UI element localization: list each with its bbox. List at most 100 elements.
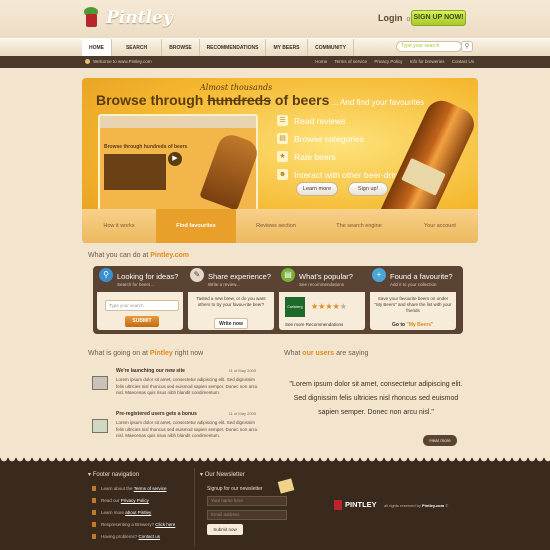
beer-icon [92, 510, 96, 516]
tab-find-favourites[interactable]: Find favourites [156, 209, 236, 243]
carlsberg-logo: Carlsberg [285, 297, 305, 317]
hear-more-button[interactable]: Hear more [423, 435, 457, 446]
card-popular: ▤ What's popular? See recommendations Ca… [279, 268, 365, 330]
footer-link-privacy[interactable]: Read our Privacy Policy [92, 498, 149, 504]
sign-up-button[interactable]: Sign up! [348, 182, 388, 196]
card-search-submit-button[interactable]: SUBMIT [125, 316, 159, 327]
top-link-home[interactable]: Home [315, 59, 327, 64]
folder-icon: ▤ [277, 133, 288, 144]
users-saying-title: What our users are saying [284, 350, 369, 357]
tab-search-engine[interactable]: The search engine [316, 209, 402, 243]
card-search-title: Looking for ideas? [117, 272, 179, 281]
card-favourite-title: Found a favourite? [390, 272, 453, 281]
hero-tabs: How it works Find favourites Reviews sec… [82, 209, 478, 243]
top-bar: Welcome to www.Pintley.com Home Terms of… [0, 56, 550, 68]
feature-browse-categories: ▤ Browse categories [277, 133, 414, 144]
site-header: Pintley Login or SIGN UP NOW! [0, 0, 550, 38]
nav-browse[interactable]: BROWSE [162, 39, 200, 57]
news-body: Lorem ipsum dolor sit amet, consectetur … [116, 420, 258, 438]
newsletter-submit-button[interactable]: Submit now [207, 524, 243, 535]
copyright-text: all rights reserved by Pintley.com © [384, 503, 449, 508]
beer-icon [92, 522, 96, 528]
tab-how-it-works[interactable]: How it works [82, 209, 156, 243]
pintley-logo[interactable]: Pintley [82, 7, 173, 29]
newsletter-name-input[interactable]: Your name here [207, 496, 287, 506]
footer-nav-title: ▾ Footer navigation [88, 472, 140, 478]
feature-list: ☰ Read reviews ▤ Browse categories ★ Rate b… [277, 115, 414, 187]
tab-reviews-section[interactable]: Reviews section [236, 209, 316, 243]
bottle-image [199, 131, 261, 211]
tab-your-account[interactable]: Your account [402, 209, 478, 243]
news-date: 11 of May 2009 [228, 411, 256, 416]
card-share-text: Tasted a new brew, or do you want others… [196, 296, 266, 307]
card-search-input[interactable]: Type your search [105, 300, 179, 311]
going-on-title: What is going on at Pintley right now [88, 350, 204, 357]
footer-logo: PINTLEY [334, 500, 377, 511]
top-link-privacy[interactable]: Privacy Policy [374, 59, 402, 64]
logo-text: Pintley [106, 8, 173, 28]
preview-title: Browse through hundreds of beers [104, 144, 188, 150]
search-icon[interactable]: ⚲ [461, 41, 473, 52]
footer-link-contact[interactable]: Having problems? Contact us [92, 534, 160, 540]
footer-link-terms[interactable]: Learn about the Terms of service [92, 486, 166, 492]
video-thumbnail[interactable] [104, 154, 166, 190]
gift-icon [92, 419, 108, 433]
beer-icon [92, 498, 96, 504]
top-link-breweries[interactable]: Info for breweries [410, 59, 445, 64]
star-icon: ★ [277, 151, 288, 162]
hero-headline: Browse through hundreds of beers ... And… [96, 92, 425, 108]
hero-banner: Almost thousands Browse through hundreds… [82, 78, 478, 243]
top-links: Home Terms of service Privacy Policy Inf… [309, 56, 474, 68]
news-body: Lorem ipsum dolor sit amet, consectetur … [116, 377, 258, 395]
footer-divider [194, 468, 195, 546]
nav-search[interactable]: SEARCH [112, 39, 162, 57]
footer-link-about[interactable]: Learn more about Pintley [92, 510, 151, 516]
card-popular-title: What's popular? [299, 272, 353, 281]
card-popular-sub: See recommendations [299, 282, 345, 287]
card-share-title: Share experience? [208, 272, 271, 281]
site-preview-image: Browse through hundreds of beers ▶ [98, 114, 261, 224]
nav-my-beers[interactable]: MY BEERS [266, 39, 308, 57]
newsletter-label: Signup for our newsletter [207, 486, 263, 492]
card-share-sub: Write a review... [208, 282, 240, 287]
card-favourite-sub: Add it to your collection [390, 282, 437, 287]
play-icon[interactable]: ▶ [168, 152, 182, 166]
card-favourite: + Found a favourite? Add it to your coll… [370, 268, 456, 330]
card-search: ⚲ Looking for ideas? Search for beers...… [97, 268, 183, 330]
feature-read-reviews: ☰ Read reviews [277, 115, 414, 126]
monitor-icon [92, 376, 108, 390]
beer-icon [92, 534, 96, 540]
hero-annotation: Almost thousands [200, 83, 273, 92]
write-now-button[interactable]: Write now [214, 318, 248, 329]
top-link-terms[interactable]: Terms of service [334, 59, 367, 64]
news-title[interactable]: We're launching our new site [116, 368, 185, 374]
news-item: We're launching our new site 11 of May 2… [92, 368, 264, 402]
top-link-contact[interactable]: Contact Us [452, 59, 474, 64]
nav-recommendations[interactable]: RECOMMENDATIONS [200, 39, 266, 57]
see-more-recommendations-link[interactable]: See more Recommendations [285, 322, 343, 327]
beer-mug-logo-icon [82, 7, 102, 29]
go-to-my-beers-link[interactable]: Go to "My Beers" [392, 322, 433, 328]
card-favourite-text: Save your favourite beers on under "My B… [374, 296, 452, 313]
newsletter-email-input[interactable]: Email address [207, 510, 287, 520]
add-icon: + [372, 268, 386, 282]
card-search-sub: Search for beers... [117, 282, 155, 287]
document-icon: ☰ [277, 115, 288, 126]
learn-more-button[interactable]: Learn more [296, 182, 338, 196]
login-link[interactable]: Login [378, 13, 403, 23]
news-date: 11 of May 2009 [228, 368, 256, 373]
feature-rate-beers: ★ Rate beers [277, 151, 414, 162]
footer-link-brewery[interactable]: Respresenting a Brewery? Click here [92, 522, 175, 528]
welcome-text: Welcome to www.Pintley.com [85, 56, 152, 68]
news-item: Pre-registered users gets a bonus 11 of … [92, 411, 264, 445]
news-title[interactable]: Pre-registered users gets a bonus [116, 411, 197, 417]
search-input[interactable]: Type your search [396, 41, 462, 52]
footer [0, 464, 550, 550]
nav-home[interactable]: HOME [82, 39, 112, 57]
beer-mug-logo-icon [334, 500, 342, 511]
rating-stars-icon: ★★★★★ [311, 302, 347, 311]
nav-community[interactable]: COMMUNITY [308, 39, 354, 57]
pencil-icon: ✎ [190, 268, 204, 282]
card-share: ✎ Share experience? Write a review... Ta… [188, 268, 274, 330]
signup-button[interactable]: SIGN UP NOW! [411, 10, 466, 26]
